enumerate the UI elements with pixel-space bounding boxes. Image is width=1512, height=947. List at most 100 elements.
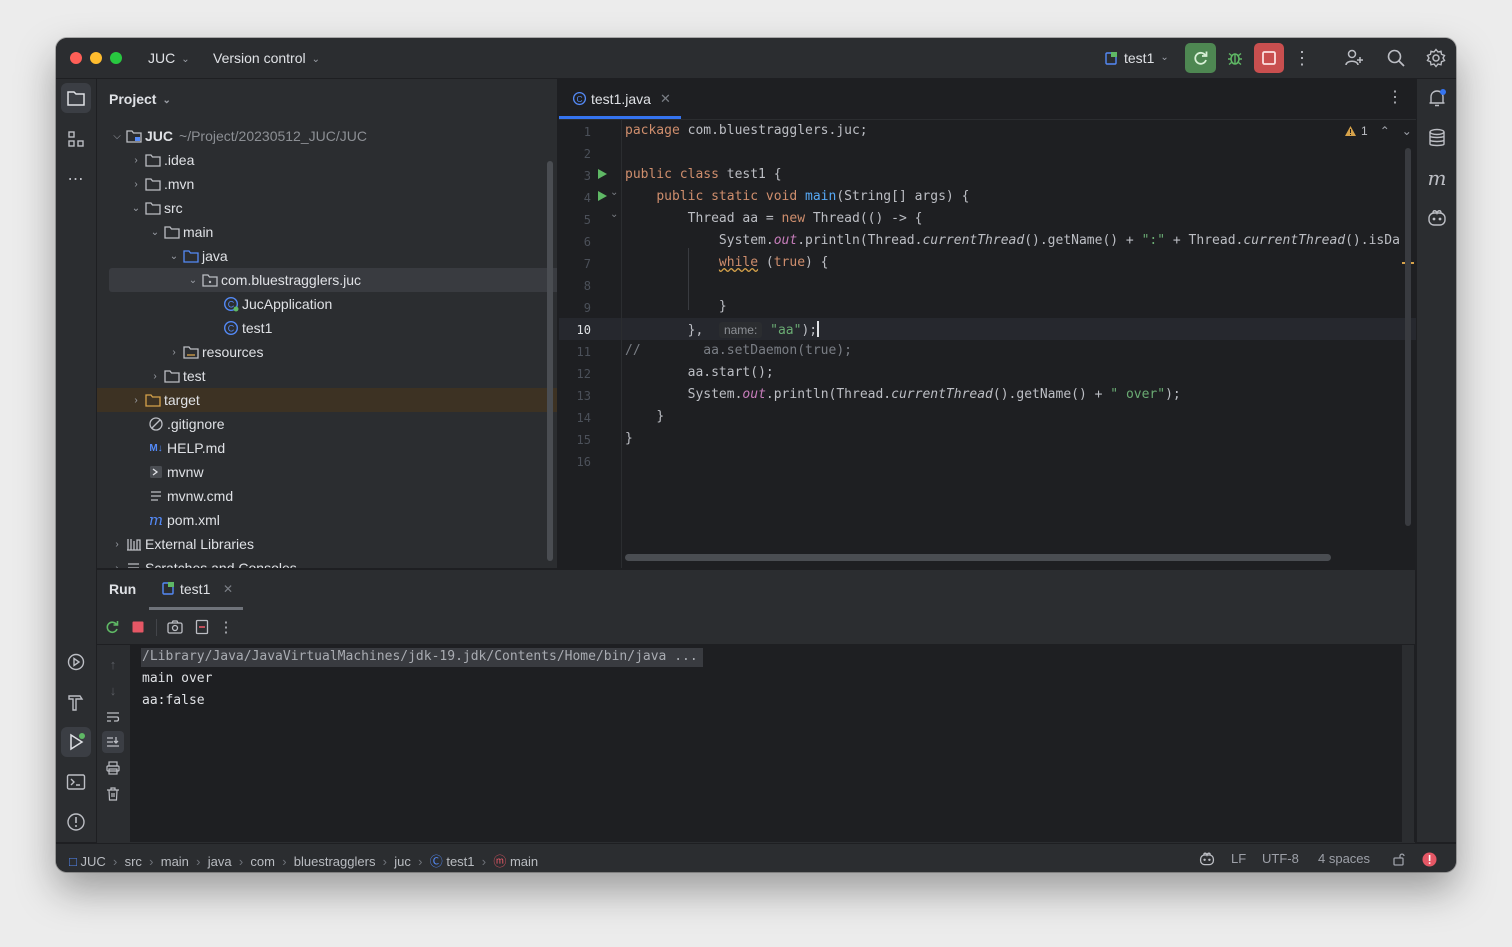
breadcrumb-item[interactable]: src bbox=[125, 854, 142, 869]
encoding-selector[interactable]: UTF-8 bbox=[1262, 851, 1299, 866]
tree-row-root[interactable]: ⌵ JUC ~/Project/20230512_JUC/JUC bbox=[97, 124, 556, 148]
services-tool-button[interactable] bbox=[61, 647, 91, 677]
ai-status-button[interactable] bbox=[1197, 849, 1217, 869]
exit-button[interactable] bbox=[191, 616, 213, 638]
console-line: aa:false bbox=[142, 693, 205, 708]
fold-icon[interactable]: ⌄ bbox=[610, 187, 618, 198]
tree-row-main[interactable]: ⌄ main bbox=[97, 220, 557, 244]
editor-horizontal-scrollbar[interactable] bbox=[625, 554, 1331, 561]
tree-row-idea[interactable]: › .idea bbox=[97, 148, 557, 172]
maven-tool-button[interactable]: m bbox=[1422, 163, 1452, 193]
line-ending-selector[interactable]: LF bbox=[1231, 851, 1246, 866]
tree-row-external-libraries[interactable]: › External Libraries bbox=[97, 532, 556, 556]
editor-vertical-scrollbar[interactable] bbox=[1405, 148, 1411, 526]
tree-row-test1[interactable]: C test1 bbox=[97, 316, 557, 340]
console-command-line[interactable]: /Library/Java/JavaVirtualMachines/jdk-19… bbox=[141, 648, 703, 667]
tree-row-test[interactable]: › test bbox=[97, 364, 557, 388]
zoom-window-button[interactable] bbox=[110, 52, 122, 64]
more-actions-button[interactable]: ⋮ bbox=[1292, 46, 1312, 70]
tree-row-mvnw[interactable]: mvnw bbox=[97, 460, 557, 484]
tree-item-label: test bbox=[183, 368, 206, 384]
tree-row-gitignore[interactable]: .gitignore bbox=[97, 412, 557, 436]
project-panel-header[interactable]: Project ⌄ bbox=[109, 91, 171, 107]
code-area[interactable]: 1 2 3 4 5 6 7 8 9 10 11 12 13 14 15 16 ⌄… bbox=[559, 120, 1416, 568]
close-window-button[interactable] bbox=[70, 52, 82, 64]
tree-row-mvnw-cmd[interactable]: mvnw.cmd bbox=[97, 484, 557, 508]
close-tab-icon[interactable]: ✕ bbox=[660, 91, 671, 107]
breadcrumb-item[interactable]: test1 bbox=[446, 854, 474, 869]
breadcrumb-item[interactable]: main bbox=[510, 854, 538, 869]
tree-item-label: JucApplication bbox=[242, 296, 333, 312]
run-tool-button[interactable] bbox=[61, 727, 91, 757]
editor-tab-menu-button[interactable]: ⋮ bbox=[1387, 87, 1403, 107]
editor-tab-test1[interactable]: C test1.java ✕ bbox=[559, 79, 681, 119]
scroll-to-end-button[interactable] bbox=[102, 731, 124, 753]
print-button[interactable] bbox=[102, 757, 124, 779]
tree-row-target[interactable]: › target bbox=[97, 388, 557, 412]
chevron-down-icon: ⌄ bbox=[1160, 51, 1169, 63]
ai-assistant-button[interactable] bbox=[1422, 203, 1452, 233]
build-tool-button[interactable] bbox=[61, 687, 91, 717]
scroll-up-button[interactable]: ↑ bbox=[102, 653, 124, 675]
console-scrollbar[interactable] bbox=[1402, 645, 1414, 842]
breadcrumb-item[interactable]: bluestragglers bbox=[294, 854, 376, 869]
tree-row-help[interactable]: M↓ HELP.md bbox=[97, 436, 557, 460]
rerun-button[interactable] bbox=[1185, 43, 1216, 73]
error-indicator[interactable] bbox=[1420, 850, 1438, 868]
ignore-file-icon bbox=[147, 416, 165, 432]
fold-icon[interactable]: ⌄ bbox=[610, 209, 618, 220]
toolbar-separator bbox=[156, 619, 157, 636]
breadcrumb-item[interactable]: juc bbox=[394, 854, 411, 869]
more-run-actions-button[interactable]: ⋮ bbox=[217, 616, 235, 638]
tree-row-src[interactable]: ⌄ src bbox=[97, 196, 557, 220]
breadcrumb-separator-icon: › bbox=[478, 854, 490, 869]
notifications-button[interactable] bbox=[1422, 83, 1452, 113]
vcs-widget[interactable]: Version control ⌄ bbox=[213, 50, 320, 66]
run-gutter-icon[interactable] bbox=[597, 189, 608, 207]
stop-button[interactable] bbox=[1254, 43, 1284, 73]
chevron-up-icon[interactable]: ⌃ bbox=[1380, 124, 1390, 138]
tree-row-pom[interactable]: m pom.xml bbox=[97, 508, 557, 532]
soft-wrap-button[interactable] bbox=[102, 706, 124, 728]
more-tools-button[interactable]: ⋯ bbox=[61, 164, 91, 194]
chevron-down-icon[interactable]: ⌄ bbox=[1402, 124, 1412, 138]
tree-item-label: test1 bbox=[242, 320, 273, 336]
console-output[interactable]: /Library/Java/JavaVirtualMachines/jdk-19… bbox=[130, 645, 1415, 842]
settings-button[interactable] bbox=[1424, 46, 1448, 70]
terminal-tool-button[interactable] bbox=[61, 767, 91, 797]
stop-run-button[interactable] bbox=[127, 616, 149, 638]
project-tool-button[interactable] bbox=[61, 83, 91, 113]
breadcrumb-item[interactable]: main bbox=[161, 854, 189, 869]
run-config-selector[interactable]: test1 ⌄ bbox=[1104, 50, 1169, 66]
scroll-down-button[interactable]: ↓ bbox=[102, 679, 124, 701]
tree-row-jucapplication[interactable]: C JucApplication bbox=[97, 292, 557, 316]
run-tab-test1[interactable]: test1 ✕ bbox=[149, 570, 243, 610]
screenshot-button[interactable] bbox=[164, 616, 186, 638]
run-gutter-icon[interactable] bbox=[597, 167, 608, 185]
read-only-toggle[interactable] bbox=[1390, 850, 1408, 868]
project-widget[interactable]: JUC ⌄ bbox=[148, 50, 190, 66]
debug-button[interactable] bbox=[1222, 43, 1248, 73]
project-scrollbar[interactable] bbox=[547, 161, 553, 561]
tree-row-scratches[interactable]: › Scratches and Consoles bbox=[97, 556, 556, 568]
problems-tool-button[interactable] bbox=[61, 807, 91, 837]
tree-row-package[interactable]: ⌄ com.bluestragglers.juc bbox=[109, 268, 557, 292]
breadcrumb-item[interactable]: java bbox=[208, 854, 232, 869]
search-button[interactable] bbox=[1384, 46, 1408, 70]
tree-row-resources[interactable]: › resources bbox=[97, 340, 557, 364]
tree-item-label: com.bluestragglers.juc bbox=[221, 272, 362, 288]
minimize-window-button[interactable] bbox=[90, 52, 102, 64]
close-tab-icon[interactable]: ✕ bbox=[223, 582, 233, 596]
rerun-button[interactable] bbox=[101, 616, 123, 638]
chevron-down-icon: ⌄ bbox=[311, 54, 320, 65]
breadcrumb-item[interactable]: com bbox=[250, 854, 275, 869]
clear-console-button[interactable] bbox=[102, 783, 124, 805]
structure-tool-button[interactable] bbox=[61, 124, 91, 154]
database-tool-button[interactable] bbox=[1422, 123, 1452, 153]
inspection-widget[interactable]: 1 ⌃ ⌄ bbox=[1344, 124, 1412, 138]
add-user-button[interactable] bbox=[1342, 46, 1366, 70]
breadcrumb-item[interactable]: JUC bbox=[80, 854, 105, 869]
tree-row-java[interactable]: ⌄ java bbox=[97, 244, 557, 268]
tree-row-mvn[interactable]: › .mvn bbox=[97, 172, 557, 196]
indent-selector[interactable]: 4 spaces bbox=[1318, 851, 1370, 866]
